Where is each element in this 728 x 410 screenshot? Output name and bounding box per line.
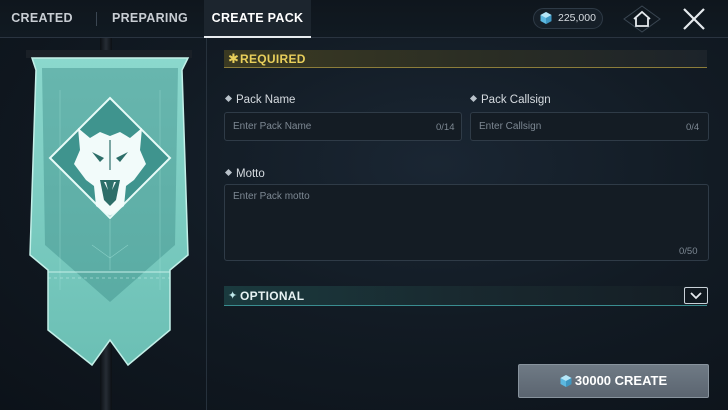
pack-name-label: Pack Name bbox=[224, 94, 296, 106]
tab-divider bbox=[96, 12, 97, 26]
pack-callsign-placeholder: Enter Callsign bbox=[479, 121, 542, 132]
optional-marker: ✦ bbox=[228, 290, 238, 302]
diamond-bullet-icon bbox=[469, 94, 478, 103]
tab-preparing[interactable]: PREPARING bbox=[104, 0, 196, 38]
required-label: REQUIRED bbox=[240, 52, 306, 66]
optional-section-header[interactable]: ✦ OPTIONAL bbox=[224, 286, 707, 306]
motto-label-text: Motto bbox=[236, 168, 265, 180]
pack-callsign-label-text: Pack Callsign bbox=[481, 94, 551, 106]
currency-amount: 225,000 bbox=[558, 12, 596, 24]
tab-create-pack[interactable]: CREATE PACK bbox=[204, 0, 311, 38]
motto-placeholder: Enter Pack motto bbox=[233, 191, 310, 202]
diamond-bullet-icon bbox=[224, 168, 233, 177]
motto-label: Motto bbox=[224, 168, 265, 180]
optional-label: OPTIONAL bbox=[240, 289, 305, 303]
column-divider bbox=[206, 38, 207, 410]
pack-name-label-text: Pack Name bbox=[236, 94, 296, 106]
pack-name-placeholder: Enter Pack Name bbox=[233, 121, 312, 132]
create-button-label: 30000 CREATE bbox=[574, 373, 668, 388]
motto-textarea[interactable]: Enter Pack motto bbox=[224, 184, 709, 261]
currency-display: 225,000 bbox=[533, 8, 603, 29]
pack-banner bbox=[26, 50, 192, 367]
pack-callsign-label: Pack Callsign bbox=[469, 94, 551, 106]
top-bar: CREATED PREPARING CREATE PACK 225,000 bbox=[0, 0, 728, 38]
required-section-header: ✱ REQUIRED bbox=[224, 50, 707, 68]
pack-callsign-counter: 0/4 bbox=[686, 122, 700, 133]
diamond-bullet-icon bbox=[224, 94, 233, 103]
tab-created[interactable]: CREATED bbox=[0, 0, 84, 38]
create-pack-button[interactable]: 30000 CREATE bbox=[518, 364, 709, 398]
pack-callsign-input[interactable]: Enter Callsign bbox=[470, 112, 709, 141]
gem-icon bbox=[540, 12, 552, 24]
chevron-down-icon bbox=[690, 292, 702, 300]
pack-name-input[interactable]: Enter Pack Name bbox=[224, 112, 462, 141]
pack-name-counter: 0/14 bbox=[436, 122, 455, 133]
home-icon[interactable] bbox=[622, 4, 662, 34]
motto-counter: 0/50 bbox=[679, 246, 698, 257]
close-icon[interactable] bbox=[680, 6, 708, 32]
gem-icon bbox=[560, 375, 572, 387]
required-marker: ✱ bbox=[228, 51, 239, 66]
optional-expand-button[interactable] bbox=[684, 287, 708, 304]
